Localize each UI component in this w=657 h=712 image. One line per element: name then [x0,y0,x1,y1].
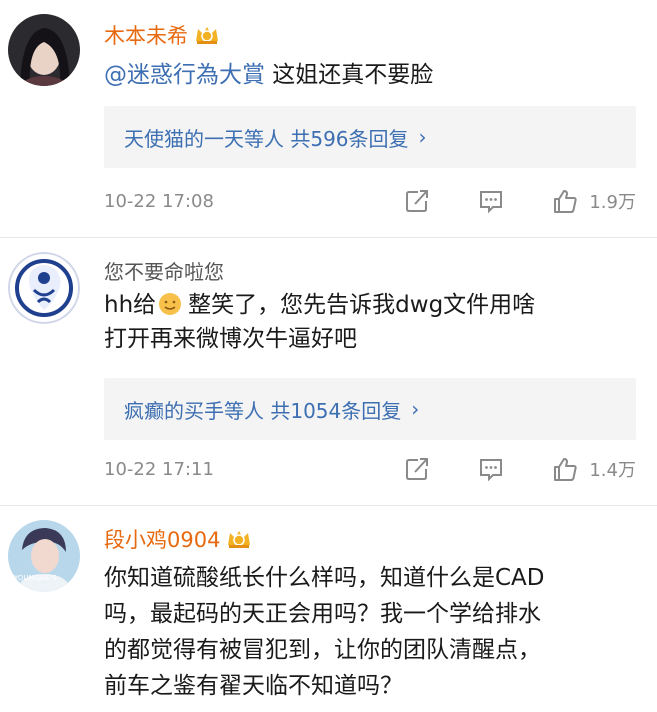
meta-row: 10-22 17:08 1.9万 [104,186,636,216]
comment-text: 整笑了，您先告诉我dwg文件用啥 [188,292,536,318]
chevron-right-icon: › [411,397,420,421]
comment-line: 的都觉得有被冒犯到，让你的团队清醒点， [104,637,541,663]
comment-body: @迷惑行為大賞 这姐还真不要脸 [104,58,644,92]
comment-body: 你知道硫酸纸长什么样吗，知道什么是CAD 吗，最起码的天正会用吗？我一个学给排水… [104,560,644,704]
chevron-right-icon: › [418,125,427,149]
avatar[interactable] [8,252,80,324]
share-icon[interactable] [403,187,431,215]
like-button[interactable]: 1.4万 [551,455,636,483]
avatar[interactable] [8,14,80,86]
comment-line: hh给 整笑了，您先告诉我dwg文件用啥 [104,288,644,322]
share-icon[interactable] [403,455,431,483]
username-text[interactable]: 木本未希 [104,20,188,50]
vip-crown-icon [228,531,251,548]
meta-row: 10-22 17:11 1.4万 [104,454,636,484]
reply-summary-text[interactable]: 天使猫的一天等人 共596条回复 [124,123,409,152]
vip-crown-icon [196,27,218,44]
comment-line: 前车之鉴有翟天临不知道吗？ [104,673,403,699]
comment-line: 你知道硫酸纸长什么样吗，知道什么是CAD [104,565,545,591]
like-count: 1.4万 [589,460,636,481]
reply-summary-text[interactable]: 疯癫的买手等人 共1054条回复 [124,395,401,424]
divider [0,505,657,506]
comment-text: hh给 [104,292,157,318]
comment-line: 打开再来微博次牛逼好吧 [104,326,357,352]
timestamp: 10-22 17:08 [104,190,214,212]
like-count: 1.9万 [589,192,636,213]
username[interactable]: 木本未希 [104,20,220,50]
comment-icon[interactable] [477,455,505,483]
smiling-face-icon [159,293,182,315]
comment-body: hh给 整笑了，您先告诉我dwg文件用啥 打开再来微博次牛逼好吧 [104,288,644,356]
like-button[interactable]: 1.9万 [551,187,636,215]
reply-summary[interactable]: 天使猫的一天等人 共596条回复 › [104,106,636,168]
avatar[interactable]: YOUNGJAE'S [8,520,80,592]
username-text[interactable]: 段小鸡0904 [104,524,220,554]
comment-1: 木本未希 @迷惑行為大賞 这姐还真不要脸 天使猫的一天等人 共596条回复 › … [0,0,657,238]
username[interactable]: 您不要命啦您 [104,256,224,285]
reply-summary[interactable]: 疯癫的买手等人 共1054条回复 › [104,378,636,440]
username-text[interactable]: 您不要命啦您 [104,256,224,285]
comment-line: 吗，最起码的天正会用吗？我一个学给排水 [104,601,541,627]
thumbs-up-icon[interactable] [551,187,579,215]
svg-text:YOUNGJAE'S: YOUNGJAE'S [13,574,57,582]
thumbs-up-icon[interactable] [551,455,579,483]
mention-link[interactable]: @迷惑行為大賞 [104,62,265,88]
username[interactable]: 段小鸡0904 [104,524,252,554]
divider [0,237,657,238]
comment-icon[interactable] [477,187,505,215]
comment-text: 这姐还真不要脸 [265,62,434,88]
timestamp: 10-22 17:11 [104,458,214,480]
